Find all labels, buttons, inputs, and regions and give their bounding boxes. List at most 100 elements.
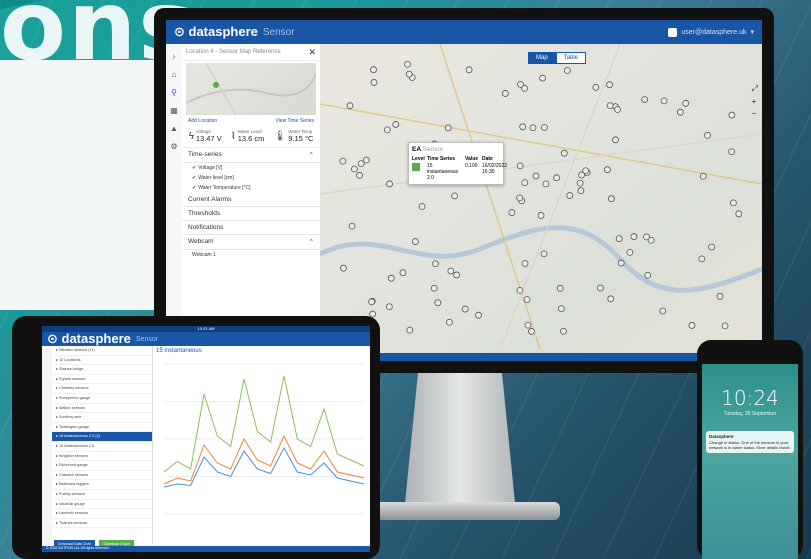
sensor-marker[interactable] [529,124,537,132]
sensor-marker[interactable] [340,264,347,272]
sensor-marker[interactable] [617,259,625,267]
sensor-marker[interactable] [521,179,529,187]
sensor-marker[interactable] [541,124,548,131]
sensor-marker[interactable] [728,148,736,156]
sensor-marker[interactable] [368,298,376,306]
home-icon[interactable]: ⌂ [172,70,177,79]
sensor-marker[interactable] [465,66,473,74]
sensor-marker[interactable] [411,238,419,245]
tree-item[interactable]: ▸ Vauxhall gauge [52,500,152,510]
sensor-marker[interactable] [699,172,707,180]
tab-map[interactable]: Map [528,52,556,64]
section-timeseries[interactable]: Time-series ⌃ [182,148,320,163]
tree-item[interactable]: ▸ Kingston sensors [52,452,152,462]
sensor-marker[interactable] [688,322,696,329]
user-menu[interactable]: user@datasphere.uk ▾ [668,27,754,37]
sensor-marker[interactable] [351,165,358,173]
sensor-marker[interactable] [556,284,564,292]
sensor-marker[interactable] [447,267,455,275]
sensor-marker[interactable] [521,260,529,267]
sensor-marker[interactable] [445,318,453,326]
sensor-marker[interactable] [566,192,574,199]
brand-logo[interactable]: ⊙ datasphere [47,331,131,347]
sensor-marker[interactable] [539,74,546,82]
sensor-marker[interactable] [516,162,524,170]
sensor-marker[interactable] [418,203,426,210]
sensor-marker[interactable] [615,235,623,243]
sensor-marker[interactable] [716,292,724,300]
sensor-marker[interactable] [597,284,604,292]
sensor-marker[interactable] [630,233,638,240]
sensor-marker[interactable] [537,212,545,219]
tree-item[interactable]: ▸ Windsor sensors (11) [52,346,152,356]
sensor-marker[interactable] [592,83,600,91]
sensor-marker[interactable] [728,111,736,119]
section-current-alarms[interactable]: Current Alarms [182,193,320,207]
tree-item[interactable]: ▸ Shepperton gauge [52,394,152,404]
tree-item[interactable]: ▸ Teddington gauge [52,423,152,433]
tree-item[interactable]: ▸ Egham sensors [52,375,152,385]
sensor-marker[interactable] [348,222,356,230]
sensor-marker[interactable] [704,132,711,139]
sensor-marker[interactable] [612,136,619,144]
sensor-marker[interactable] [682,99,690,107]
sensor-marker[interactable] [399,269,407,277]
sensor-marker[interactable] [676,108,684,116]
sensor-marker[interactable] [560,149,568,157]
tree-item[interactable]: ▸ Thames sensors [52,519,152,529]
tree-item[interactable]: ▸ Walton sensors [52,404,152,414]
sensor-marker[interactable] [721,322,729,330]
tab-table[interactable]: Table [555,52,587,64]
tree-item[interactable]: ▸ Sunbury weir [52,413,152,423]
sensor-marker[interactable] [516,194,524,202]
sensor-marker[interactable] [370,66,377,74]
sensor-marker[interactable] [729,199,737,207]
chevron-right-icon[interactable]: › [173,52,176,61]
view-timeseries-button[interactable]: View Time Series [275,118,314,124]
close-icon[interactable]: ✕ [308,47,316,58]
sensor-marker[interactable] [735,210,743,218]
sensor-marker[interactable] [444,124,452,132]
timeseries-item[interactable]: ✔ Voltage [V] [182,163,320,173]
sensor-marker[interactable] [475,311,482,319]
sensor-marker[interactable] [563,67,571,74]
location-pin-icon[interactable]: ⚲ [171,88,177,97]
sensor-marker[interactable] [557,305,565,313]
tree-item[interactable]: ▸ Putney sensors [52,490,152,500]
timeseries-item[interactable]: ✔ Water Temperature [°C] [182,183,320,193]
sensor-marker[interactable] [606,81,613,89]
popup-series[interactable]: 15 instantaneous 2.0 [427,163,464,181]
sensor-marker[interactable] [461,305,469,313]
tree-item[interactable]: ▸ Chiswick sensors [52,471,152,481]
sensor-marker[interactable] [532,172,540,180]
sensor-marker[interactable] [385,303,393,311]
alert-icon[interactable]: ▲ [170,124,178,133]
zoom-out-icon[interactable]: − [752,109,758,118]
share-icon[interactable]: ⤢ [752,84,758,94]
sensor-marker[interactable] [643,233,650,241]
zoom-in-icon[interactable]: + [752,97,758,106]
sensor-marker[interactable] [516,286,524,294]
sensor-marker[interactable] [659,307,667,315]
sensor-marker[interactable] [346,102,354,110]
sensor-marker[interactable] [608,195,615,203]
brand-logo[interactable]: ⊙ datasphere [174,24,258,40]
sensor-marker[interactable] [339,157,347,165]
tree-item[interactable]: ▸ Chertsey sensors [52,384,152,394]
sensor-marker[interactable] [708,243,716,251]
sensor-marker[interactable] [524,321,532,329]
sensor-marker[interactable] [383,126,391,134]
sensor-marker[interactable] [560,327,567,335]
sensor-marker[interactable] [519,123,527,131]
sensor-marker[interactable] [356,171,363,179]
sensor-marker[interactable] [392,121,400,128]
sensor-marker[interactable] [387,274,395,282]
section-thresholds[interactable]: Thresholds [182,207,320,221]
sensor-marker[interactable] [434,299,442,307]
sensor-marker[interactable] [606,102,614,110]
sensor-marker[interactable] [406,326,414,334]
sensor-marker[interactable] [576,179,584,187]
webcam-item[interactable]: Webcam 1 [182,250,320,260]
sensor-marker[interactable] [607,295,615,303]
sensor-marker[interactable] [523,296,531,303]
